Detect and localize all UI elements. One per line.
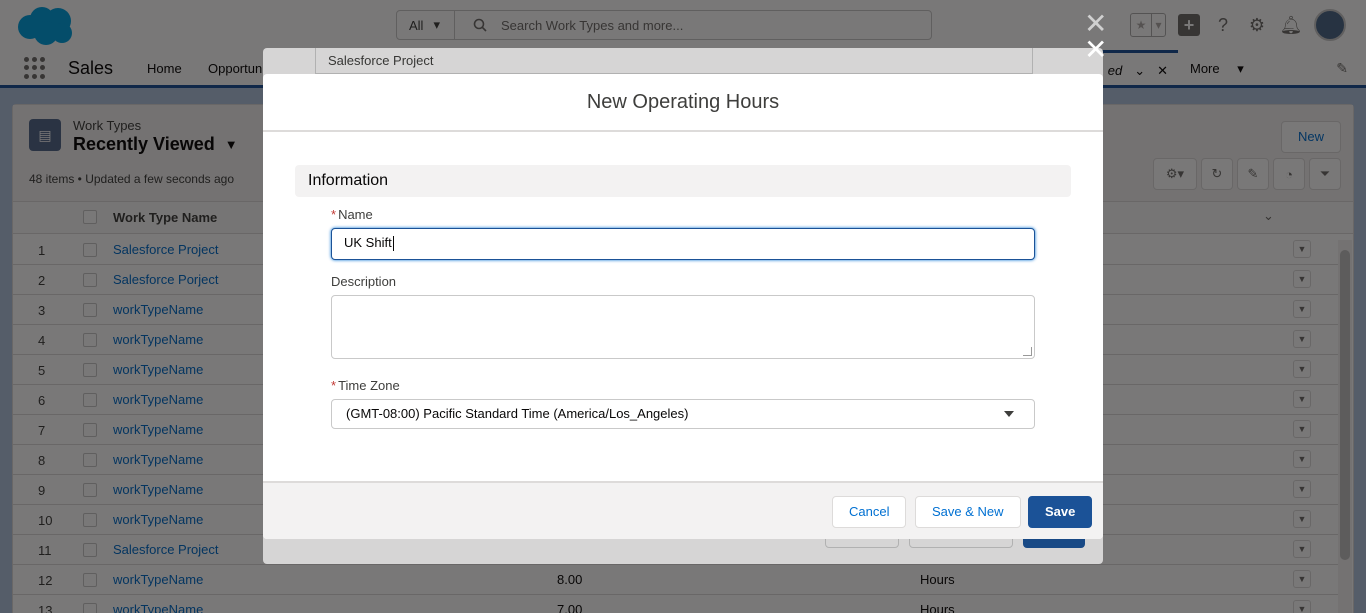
description-label: Description bbox=[331, 274, 397, 289]
chevron-down-icon bbox=[1004, 411, 1014, 417]
close-icon[interactable]: ✕ bbox=[1084, 36, 1107, 64]
close-icon[interactable]: ✕ bbox=[1084, 10, 1107, 38]
text-cursor bbox=[392, 236, 394, 252]
modal-title: New Operating Hours bbox=[263, 74, 1103, 132]
name-label-text: Name bbox=[338, 207, 373, 222]
section-information[interactable]: Information bbox=[295, 165, 1071, 197]
timezone-label-text: Time Zone bbox=[338, 378, 400, 393]
description-field[interactable] bbox=[331, 295, 1035, 359]
name-label: * Name bbox=[331, 207, 373, 222]
name-field-value: UK Shift bbox=[344, 235, 392, 250]
resize-handle[interactable] bbox=[1023, 347, 1032, 356]
timezone-select[interactable]: (GMT-08:00) Pacific Standard Time (Ameri… bbox=[331, 399, 1035, 429]
new-operating-hours-modal: New Operating Hours Information * Name UK… bbox=[263, 74, 1103, 539]
modal-footer: Cancel Save & New Save bbox=[263, 481, 1103, 539]
timezone-value: (GMT-08:00) Pacific Standard Time (Ameri… bbox=[346, 406, 689, 421]
required-marker: * bbox=[331, 378, 337, 393]
cancel-button[interactable]: Cancel bbox=[832, 496, 907, 528]
save-button[interactable]: Save bbox=[1028, 496, 1093, 528]
name-field[interactable]: UK Shift bbox=[331, 228, 1035, 260]
required-marker: * bbox=[331, 207, 337, 222]
save-new-button[interactable]: Save & New bbox=[915, 496, 1021, 528]
timezone-label: * Time Zone bbox=[331, 378, 400, 393]
